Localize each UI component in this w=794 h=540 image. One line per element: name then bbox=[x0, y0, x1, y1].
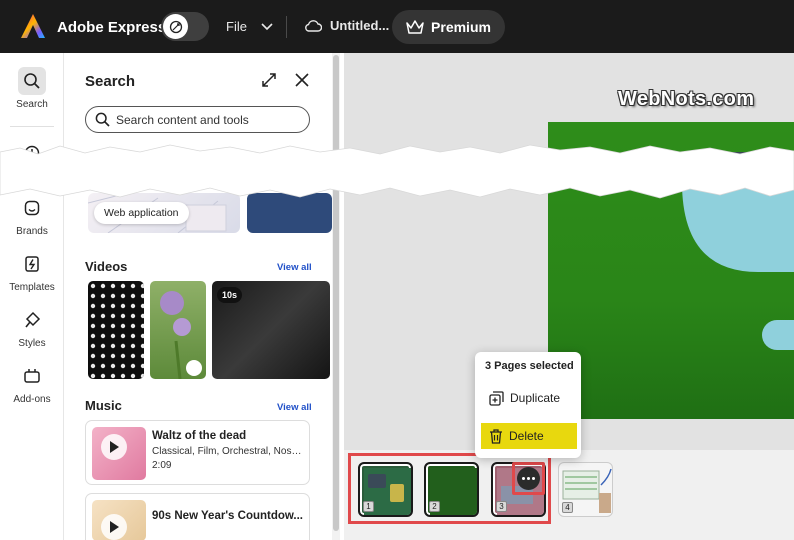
close-icon[interactable] bbox=[294, 72, 310, 88]
trash-icon bbox=[490, 428, 502, 444]
more-options-button[interactable] bbox=[517, 467, 540, 490]
search-field[interactable] bbox=[85, 106, 310, 133]
panel-scrollbar[interactable] bbox=[332, 53, 340, 540]
rail-item-label: Styles bbox=[18, 338, 46, 349]
music-item[interactable]: 90s New Year's Countdow... bbox=[85, 493, 310, 540]
play-icon bbox=[110, 521, 119, 533]
rail-item-styles[interactable]: Styles bbox=[0, 306, 64, 349]
rail-item-search[interactable]: Search bbox=[0, 67, 64, 110]
app-name: Adobe Express bbox=[57, 19, 167, 36]
flower-art bbox=[160, 291, 202, 379]
toggle-knob bbox=[163, 14, 188, 39]
music-title: 90s New Year's Countdow... bbox=[152, 510, 304, 522]
rail-item-label: Search bbox=[16, 99, 48, 110]
duplicate-icon bbox=[489, 390, 504, 406]
music-tags: Classical, Film, Orchestral, Nostal... bbox=[152, 446, 302, 457]
expand-icon[interactable] bbox=[261, 72, 277, 88]
file-menu-label: File bbox=[226, 19, 247, 34]
search-input[interactable] bbox=[116, 112, 296, 127]
pages-selected-label: 3 Pages selected bbox=[485, 360, 574, 372]
header-divider bbox=[286, 16, 287, 38]
search-icon bbox=[95, 112, 110, 127]
left-rail: Search Brands Templates Styles Add-ons bbox=[0, 53, 64, 540]
video-thumbnail[interactable] bbox=[150, 281, 206, 379]
page-thumbnail-4[interactable]: 4 bbox=[558, 462, 613, 517]
styles-icon bbox=[25, 311, 41, 328]
dot bbox=[527, 477, 530, 480]
music-duration: 2:09 bbox=[152, 460, 172, 471]
templates-icon bbox=[25, 256, 39, 272]
search-panel: Search Web application Videos View all bbox=[64, 53, 344, 540]
rail-item-label: Brands bbox=[16, 226, 48, 237]
cloud-icon bbox=[305, 20, 322, 32]
document-title[interactable]: Untitled... bbox=[304, 18, 389, 33]
torn-paper-overlay bbox=[0, 144, 794, 199]
addons-icon bbox=[24, 369, 40, 383]
mode-toggle[interactable] bbox=[161, 12, 209, 41]
scrollbar-thumb[interactable] bbox=[333, 55, 339, 531]
music-title: Waltz of the dead bbox=[152, 430, 247, 442]
videos-view-all-link[interactable]: View all bbox=[277, 262, 312, 273]
play-button[interactable] bbox=[101, 434, 127, 460]
premium-label: Premium bbox=[431, 19, 491, 35]
adobe-express-logo-icon[interactable] bbox=[20, 13, 46, 39]
rail-item-label: Add-ons bbox=[13, 394, 51, 405]
page-number: 4 bbox=[562, 502, 573, 513]
music-heading: Music bbox=[85, 398, 122, 413]
video-thumbnail[interactable] bbox=[88, 281, 144, 379]
dot bbox=[532, 477, 535, 480]
videos-heading: Videos bbox=[85, 259, 128, 274]
rail-divider bbox=[10, 126, 54, 127]
page-context-menu: 3 Pages selected Duplicate Delete bbox=[475, 352, 581, 458]
chevron-down-icon bbox=[261, 22, 273, 30]
duplicate-label: Duplicate bbox=[510, 391, 561, 405]
delete-label: Delete bbox=[509, 429, 544, 443]
watermark: WebNots.com bbox=[618, 88, 755, 110]
music-view-all-link[interactable]: View all bbox=[277, 402, 312, 413]
video-duration-badge: 10s bbox=[217, 287, 243, 303]
panel-title: Search bbox=[85, 73, 136, 90]
crown-icon bbox=[406, 19, 424, 34]
top-bar: Adobe Express File Untitled... Premium bbox=[0, 0, 794, 53]
play-button[interactable] bbox=[101, 514, 127, 540]
rail-item-templates[interactable]: Templates bbox=[0, 250, 64, 293]
sparkle-icon bbox=[169, 20, 182, 33]
delete-menu-item[interactable]: Delete bbox=[481, 423, 577, 449]
search-icon bbox=[18, 67, 46, 95]
video-thumbnail[interactable]: 10s bbox=[212, 281, 330, 379]
dot bbox=[522, 477, 525, 480]
rail-item-label: Templates bbox=[9, 282, 55, 293]
document-title-label: Untitled... bbox=[330, 18, 390, 33]
rail-item-addons[interactable]: Add-ons bbox=[0, 362, 64, 405]
music-item[interactable]: Waltz of the dead Classical, Film, Orche… bbox=[85, 420, 310, 485]
premium-button[interactable]: Premium bbox=[392, 10, 505, 44]
play-icon bbox=[110, 441, 119, 453]
duplicate-menu-item[interactable]: Duplicate bbox=[481, 385, 577, 411]
file-menu[interactable]: File bbox=[226, 19, 273, 34]
video-pattern-art bbox=[88, 281, 144, 379]
